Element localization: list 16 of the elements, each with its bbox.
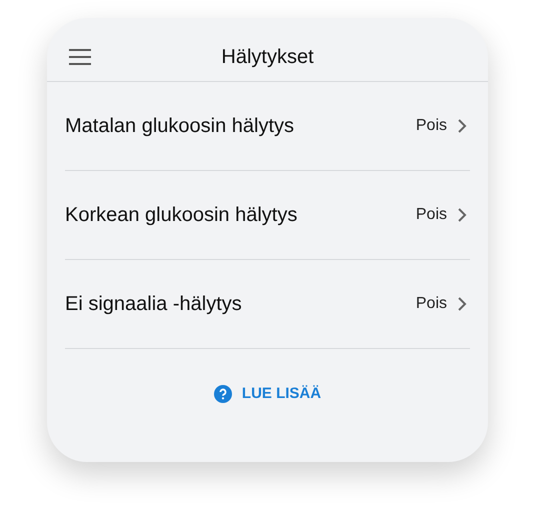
- chevron-icon: [457, 118, 467, 134]
- chevron-icon: [457, 207, 467, 223]
- alarm-row[interactable]: Ei signaalia -hälytys Pois: [65, 260, 470, 349]
- alarm-label: Ei signaalia -hälytys: [65, 292, 242, 317]
- alarm-label: Matalan glukoosin hälytys: [65, 114, 294, 139]
- alarm-value: Pois: [416, 294, 447, 314]
- screen-title: Hälytykset: [221, 44, 314, 70]
- chevron-icon: [457, 296, 467, 312]
- alarm-value: Pois: [416, 205, 447, 225]
- alarm-label: Korkean glukoosin hälytys: [65, 203, 298, 228]
- alarm-value: Pois: [416, 116, 447, 136]
- menu-icon[interactable]: [69, 49, 91, 65]
- learn-more-link[interactable]: LUE LISÄÄ: [214, 383, 322, 406]
- help-icon: [214, 385, 232, 404]
- alarm-row[interactable]: Korkean glukoosin hälytys Pois: [65, 171, 470, 260]
- alarm-row[interactable]: Matalan glukoosin hälytys Pois: [65, 82, 470, 171]
